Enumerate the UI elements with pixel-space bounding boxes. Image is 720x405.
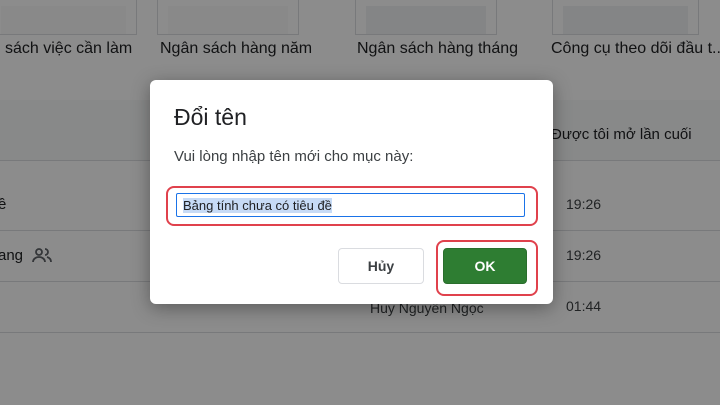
dialog-prompt: Vui lòng nhập tên mới cho mục này: bbox=[174, 148, 414, 165]
cancel-button[interactable]: Hủy bbox=[338, 248, 424, 284]
selected-text: Bảng tính chưa có tiêu đề bbox=[183, 197, 332, 213]
dialog-title: Đổi tên bbox=[174, 104, 247, 130]
rename-dialog: Đổi tên Vui lòng nhập tên mới cho mục nà… bbox=[150, 80, 553, 304]
rename-input[interactable]: Bảng tính chưa có tiêu đề bbox=[176, 193, 525, 217]
ok-button[interactable]: OK bbox=[443, 248, 527, 284]
